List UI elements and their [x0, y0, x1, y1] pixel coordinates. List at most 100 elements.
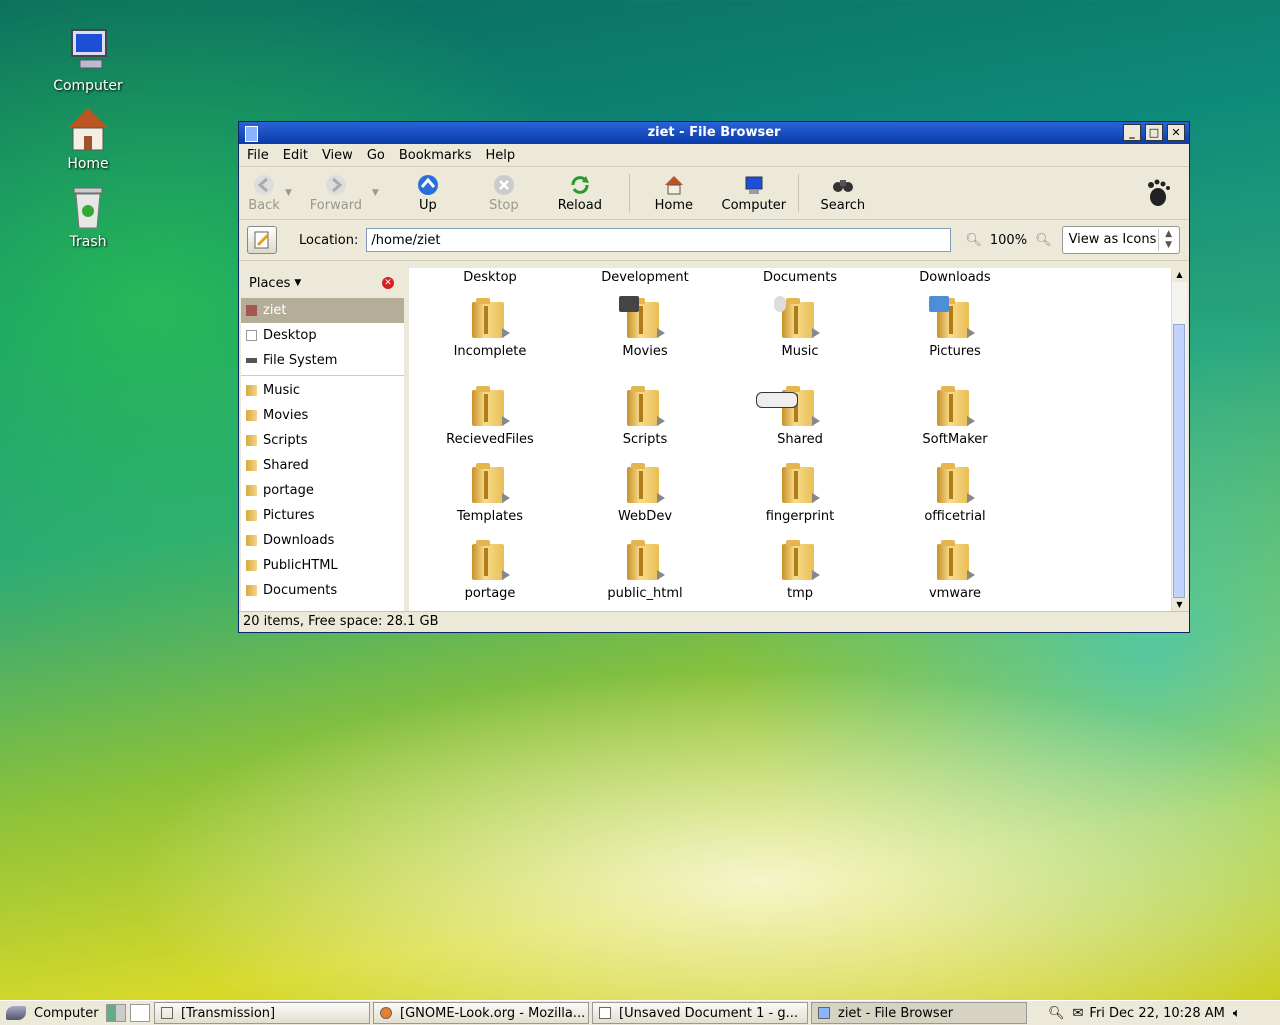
folder-item[interactable]: Music	[725, 296, 875, 359]
folder-item[interactable]: portage	[415, 538, 565, 601]
computer-button[interactable]: Computer	[714, 168, 794, 218]
folder-item[interactable]: tmp	[725, 538, 875, 601]
computer-icon	[64, 28, 112, 76]
sidebar-item-pictures[interactable]: Pictures	[241, 503, 404, 528]
mail-icon[interactable]: ✉	[1073, 1006, 1084, 1021]
home-button[interactable]: Home	[634, 168, 714, 218]
folder-item[interactable]: WebDev	[570, 461, 720, 524]
folder-item[interactable]: vmware	[880, 538, 1030, 601]
sidebar-item-publichtml[interactable]: PublicHTML	[241, 553, 404, 578]
stop-button[interactable]: Stop	[473, 168, 535, 218]
home-icon	[663, 174, 685, 196]
menu-go[interactable]: Go	[367, 148, 385, 163]
task-mozilla[interactable]: [GNOME-Look.org - Mozilla...	[373, 1002, 589, 1024]
sidebar-item-documents[interactable]: Documents	[241, 578, 404, 603]
folder-icon	[780, 461, 820, 505]
folder-item[interactable]: public_html	[570, 538, 720, 601]
folder-icon	[935, 461, 975, 505]
reload-button[interactable]: Reload	[535, 168, 625, 218]
back-history-dropdown[interactable]: ▼	[285, 188, 292, 198]
scroll-up-arrow[interactable]: ▲	[1172, 268, 1187, 282]
folder-item[interactable]: SoftMaker	[880, 384, 1030, 447]
desktop-icon-home[interactable]: Home	[43, 106, 133, 172]
sidebar-item-file-system[interactable]: File System	[241, 348, 404, 373]
start-menu-button[interactable]: Computer	[0, 1006, 106, 1021]
folder-item[interactable]: Movies	[570, 296, 720, 359]
edit-icon	[254, 231, 270, 249]
show-desktop-button[interactable]	[130, 1004, 150, 1022]
sidebar-item-desktop[interactable]: Desktop	[241, 323, 404, 348]
home-icon	[64, 106, 112, 154]
sidebar-item-music[interactable]: Music	[241, 378, 404, 403]
search-icon[interactable]: 🔍︎	[1048, 1006, 1065, 1021]
clock[interactable]: Fri Dec 22, 10:28 AM	[1089, 1006, 1224, 1021]
folder-item[interactable]: Shared	[725, 384, 875, 447]
desktop-icon	[246, 330, 257, 341]
zoom-level[interactable]: 100%	[990, 233, 1027, 248]
folder-item[interactable]: fingerprint	[725, 461, 875, 524]
menu-file[interactable]: File	[247, 148, 269, 163]
window-menu-icon[interactable]	[245, 126, 258, 142]
folder-icon	[935, 538, 975, 582]
scroll-down-arrow[interactable]: ▼	[1172, 598, 1187, 612]
folder-icon	[625, 461, 665, 505]
forward-button[interactable]: Forward	[296, 168, 376, 218]
folder-item[interactable]: RecievedFiles	[415, 384, 565, 447]
toolbar: Back ▼ Forward ▼ Up Stop Reload Home Com…	[239, 167, 1189, 220]
sidebar-item-shared[interactable]: Shared	[241, 453, 404, 478]
movies-folder-icon	[619, 296, 665, 340]
menu-edit[interactable]: Edit	[283, 148, 308, 163]
folder-label[interactable]: Development	[570, 270, 720, 285]
menu-bookmarks[interactable]: Bookmarks	[399, 148, 472, 163]
maximize-button[interactable]: □	[1145, 124, 1163, 141]
menu-view[interactable]: View	[322, 148, 353, 163]
task-editor[interactable]: [Unsaved Document 1 - g...	[592, 1002, 808, 1024]
toggle-location-button[interactable]	[247, 226, 277, 254]
zoom-out-icon[interactable]: 🔍︎	[965, 233, 982, 248]
folder-item[interactable]: Pictures	[880, 296, 1030, 359]
folder-icon	[246, 560, 257, 571]
sidebar-item-scripts[interactable]: Scripts	[241, 428, 404, 453]
window-titlebar[interactable]: ziet - File Browser _ □ ✕	[239, 122, 1189, 144]
sidebar-item-downloads[interactable]: Downloads	[241, 528, 404, 553]
view-mode-select[interactable]: View as Icons ▲ ▼	[1061, 226, 1180, 254]
sidebar-item-movies[interactable]: Movies	[241, 403, 404, 428]
folder-icon	[470, 384, 510, 428]
folder-label[interactable]: Downloads	[880, 270, 1030, 285]
folder-item[interactable]: Templates	[415, 461, 565, 524]
task-transmission[interactable]: [Transmission]	[154, 1002, 370, 1024]
close-sidebar-icon[interactable]: ✕	[382, 277, 394, 289]
music-folder-icon	[774, 296, 820, 340]
close-button[interactable]: ✕	[1167, 124, 1185, 141]
desktop-icon-trash[interactable]: Trash	[43, 184, 133, 250]
menu-help[interactable]: Help	[485, 148, 515, 163]
minimize-button[interactable]: _	[1123, 124, 1141, 141]
forward-history-dropdown[interactable]: ▼	[372, 188, 379, 198]
back-button[interactable]: Back	[239, 168, 289, 218]
desktop-icon-computer[interactable]: Computer	[43, 28, 133, 94]
folder-item[interactable]: Scripts	[570, 384, 720, 447]
pictures-folder-icon	[929, 296, 975, 340]
up-button[interactable]: Up	[383, 168, 473, 218]
up-arrow-icon	[417, 174, 439, 196]
folder-icon	[470, 538, 510, 582]
folder-label[interactable]: Desktop	[415, 270, 565, 285]
volume-icon[interactable]: 🔈︎	[1233, 1006, 1241, 1021]
sidebar-header[interactable]: Places ▼ ✕	[241, 268, 404, 298]
location-input[interactable]	[366, 228, 952, 252]
task-file-browser[interactable]: ziet - File Browser	[811, 1002, 1027, 1024]
folder-icon	[246, 385, 257, 396]
menubar: File Edit View Go Bookmarks Help	[239, 144, 1189, 167]
scrollbar-thumb[interactable]	[1173, 324, 1185, 598]
folder-label[interactable]: Documents	[725, 270, 875, 285]
search-button[interactable]: Search	[803, 168, 883, 218]
location-label: Location:	[299, 232, 359, 248]
sidebar-item-ziet[interactable]: ziet	[241, 298, 404, 323]
vertical-scrollbar[interactable]: ▲ ▼	[1171, 268, 1187, 612]
sidebar-item-portage[interactable]: portage	[241, 478, 404, 503]
zoom-in-icon[interactable]: 🔍︎	[1035, 233, 1052, 248]
folder-item[interactable]: officetrial	[880, 461, 1030, 524]
folder-item[interactable]: Incomplete	[415, 296, 565, 359]
firefox-icon	[380, 1007, 392, 1019]
workspace-switcher[interactable]	[106, 1004, 126, 1022]
